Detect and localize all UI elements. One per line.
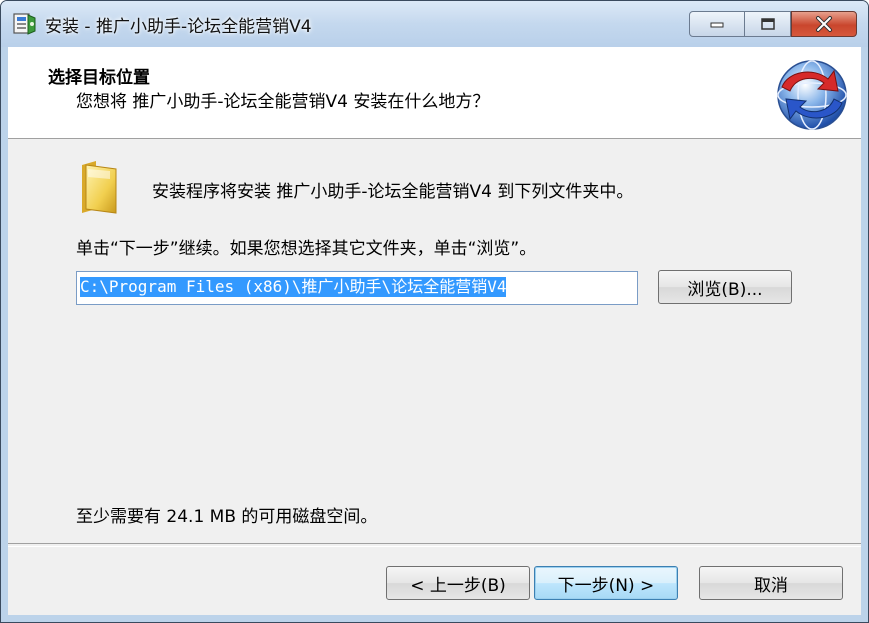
title-bar[interactable]: 安装 - 推广小助手-论坛全能营销V4 — [1, 1, 868, 47]
info-text: 安装程序将安装 推广小助手-论坛全能营销V4 到下列文件夹中。 — [152, 182, 634, 202]
window-title: 安装 - 推广小助手-论坛全能营销V4 — [45, 17, 312, 37]
install-path-input[interactable]: C:\Program Files (x86)\推广小助手\论坛全能营销V4 — [76, 271, 638, 305]
browse-button[interactable]: 浏览(B)... — [658, 270, 792, 304]
setup-logo-icon — [777, 60, 847, 130]
wizard-header: 选择目标位置 您想将 推广小助手-论坛全能营销V4 安装在什么地方？ — [8, 47, 861, 139]
maximize-icon — [760, 18, 775, 30]
close-button[interactable] — [791, 11, 857, 37]
page-title: 选择目标位置 — [48, 68, 150, 88]
close-icon — [816, 16, 832, 32]
installer-app-icon[interactable] — [11, 9, 39, 37]
maximize-button[interactable] — [745, 11, 791, 37]
dialog-client: 选择目标位置 您想将 推广小助手-论坛全能营销V4 安装在什么地方？ 安装程序将… — [8, 47, 861, 615]
back-button[interactable]: < 上一步(B) — [386, 566, 530, 600]
minimize-button[interactable] — [689, 11, 745, 37]
cancel-button[interactable]: 取消 — [699, 566, 843, 600]
installer-window: 安装 - 推广小助手-论坛全能营销V4 选择目标位置 您想将 推广小助手-论坛全… — [0, 0, 869, 623]
next-button[interactable]: 下一步(N) > — [534, 566, 678, 600]
minimize-icon — [710, 22, 724, 28]
page-subtitle: 您想将 推广小助手-论坛全能营销V4 安装在什么地方？ — [76, 92, 490, 112]
disk-space-text: 至少需要有 24.1 MB 的可用磁盘空间。 — [76, 507, 378, 527]
instruction-text: 单击“下一步”继续。如果您想选择其它文件夹，单击“浏览”。 — [76, 239, 537, 259]
folder-icon — [82, 161, 117, 214]
footer-divider — [8, 543, 861, 547]
install-path-value: C:\Program Files (x86)\推广小助手\论坛全能营销V4 — [80, 277, 507, 297]
